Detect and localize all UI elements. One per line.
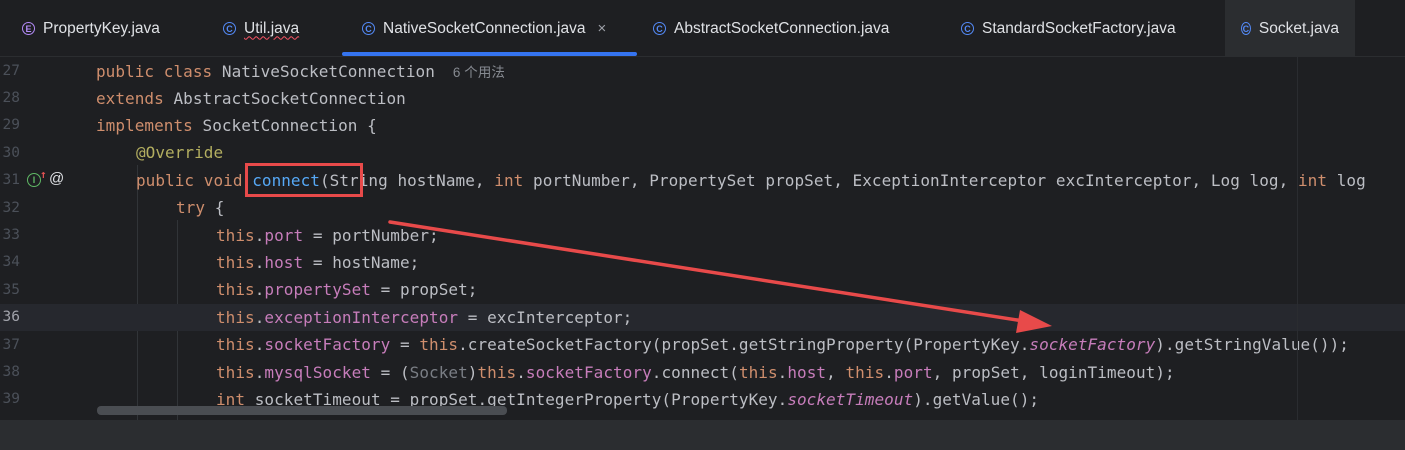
- annotation-arrow-icon: [388, 220, 1052, 333]
